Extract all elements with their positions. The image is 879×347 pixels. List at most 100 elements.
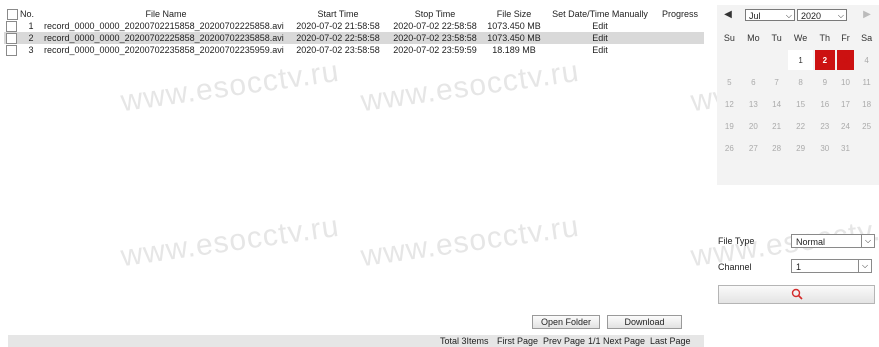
- file-type-select[interactable]: Normal ⌵: [791, 234, 875, 248]
- calendar-day[interactable]: 14: [767, 94, 786, 114]
- calendar-day[interactable]: 31: [837, 138, 854, 158]
- pagination-bar: Total 3Items First Page Prev Page 1/1 Ne…: [8, 335, 704, 347]
- row-number: 1: [28, 21, 34, 31]
- calendar-day[interactable]: 10: [837, 72, 854, 92]
- first-page-link[interactable]: First Page: [497, 335, 538, 347]
- row-checkbox[interactable]: [4, 32, 20, 44]
- weekday-label: We: [793, 33, 808, 43]
- weekday-label: Sa: [861, 33, 873, 43]
- column-header-no: No.: [20, 9, 35, 19]
- prev-month-icon[interactable]: ◀: [722, 9, 734, 21]
- calendar-day[interactable]: 17: [837, 94, 854, 114]
- calendar-day: [767, 50, 786, 70]
- row-progress: [656, 20, 704, 32]
- chevron-down-icon: ⌵: [837, 11, 844, 20]
- column-header-stop-time: Stop Time: [414, 9, 456, 19]
- weekday-label: Fr: [841, 33, 850, 43]
- row-stop-time: 2020-07-02 23:59:59: [393, 45, 477, 55]
- file-type-value: Normal: [796, 237, 826, 247]
- channel-value: 1: [796, 262, 802, 272]
- row-number: 2: [20, 32, 42, 44]
- calendar-day[interactable]: 23: [815, 116, 835, 136]
- row-edit-link[interactable]: Edit: [544, 20, 656, 32]
- row-stop-time: 2020-07-02 22:58:58: [393, 21, 477, 31]
- row-edit-link[interactable]: Edit: [544, 32, 656, 44]
- select-all-checkbox[interactable]: [4, 8, 20, 20]
- calendar-day[interactable]: 6: [742, 72, 765, 92]
- search-button[interactable]: [718, 285, 875, 304]
- file-type-label: File Type: [718, 236, 755, 246]
- calendar-day[interactable]: 7: [767, 72, 786, 92]
- weekday-label: Su: [723, 33, 735, 43]
- year-value: 2020: [801, 11, 822, 21]
- file-table: No. File Name Start Time Stop Time File …: [4, 8, 704, 56]
- calendar-day[interactable]: 20: [742, 116, 765, 136]
- calendar-day[interactable]: 1: [788, 50, 813, 70]
- calendar-day[interactable]: 29: [788, 138, 812, 158]
- calendar-day[interactable]: 12: [719, 94, 740, 114]
- calendar-day[interactable]: 13: [742, 94, 765, 114]
- row-progress: [656, 44, 704, 56]
- calendar-day[interactable]: 27: [742, 138, 765, 158]
- calendar-day[interactable]: 24: [837, 116, 854, 136]
- chevron-down-icon: ⌵: [785, 11, 792, 20]
- row-stop-time: 2020-07-02 23:58:58: [386, 32, 484, 44]
- calendar-day[interactable]: 16: [815, 94, 835, 114]
- calendar-day[interactable]: 3: [836, 50, 855, 70]
- calendar-day[interactable]: 8: [788, 72, 812, 92]
- calendar-day[interactable]: 18: [856, 94, 877, 114]
- row-start-time: 2020-07-02 23:58:58: [296, 45, 380, 55]
- calendar-day[interactable]: 4: [856, 50, 877, 70]
- calendar-day: [742, 50, 765, 70]
- column-header-set-date-time: Set Date/Time Manually: [552, 9, 648, 19]
- next-month-icon[interactable]: ▶: [861, 9, 873, 21]
- calendar-day[interactable]: 9: [815, 72, 835, 92]
- calendar-day[interactable]: 19: [719, 116, 740, 136]
- calendar-grid: Su Mo Tu We Th Fr Sa 1 2 3 4 5 6 7 8 9 10 11 12 13 14 15 16 17…: [717, 26, 879, 160]
- row-checkbox[interactable]: [4, 44, 20, 56]
- calendar-day[interactable]: 28: [767, 138, 786, 158]
- column-header-start-time: Start Time: [317, 9, 359, 19]
- month-select[interactable]: Jul ⌵: [745, 9, 795, 21]
- table-row[interactable]: 3 record_0000_0000_20200702235858_2020070…: [4, 44, 704, 56]
- calendar-day[interactable]: 26: [719, 138, 740, 158]
- calendar-day[interactable]: 2: [814, 50, 835, 70]
- row-checkbox[interactable]: [4, 20, 20, 32]
- row-edit-link[interactable]: Edit: [544, 44, 656, 56]
- column-header-progress: Progress: [661, 9, 698, 19]
- row-progress: [656, 32, 704, 44]
- calendar-day[interactable]: 25: [856, 116, 877, 136]
- row-start-time: 2020-07-02 21:58:58: [296, 21, 380, 31]
- chevron-down-icon: ⌵: [858, 260, 871, 272]
- row-file-size: 18.189 MB: [492, 45, 536, 55]
- download-button[interactable]: Download: [607, 315, 682, 329]
- calendar-day[interactable]: 30: [815, 138, 835, 158]
- year-select[interactable]: 2020 ⌵: [797, 9, 847, 21]
- weekday-label: Mo: [747, 33, 760, 43]
- row-file-size: 1073.450 MB: [484, 32, 544, 44]
- row-file-size: 1073.450 MB: [487, 21, 541, 31]
- row-number: 3: [28, 45, 34, 55]
- calendar-day[interactable]: 21: [767, 116, 786, 136]
- calendar-day: [856, 138, 877, 158]
- total-items: Total 3Items: [440, 336, 489, 346]
- table-row[interactable]: 2 record_0000_0000_20200702225858_2020070…: [4, 32, 704, 44]
- weekday-label: Th: [819, 33, 831, 43]
- last-page-link[interactable]: Last Page: [650, 335, 691, 347]
- column-header-file-size: File Size: [496, 9, 532, 19]
- column-header-file-name: File Name: [145, 9, 187, 19]
- calendar-day[interactable]: 5: [719, 72, 740, 92]
- weekday-label: Tu: [771, 33, 782, 43]
- calendar-day[interactable]: 22: [788, 116, 812, 136]
- page-info: 1/1: [588, 336, 601, 346]
- prev-page-link[interactable]: Prev Page: [543, 335, 585, 347]
- calendar-day[interactable]: 11: [856, 72, 877, 92]
- calendar-day[interactable]: 15: [788, 94, 812, 114]
- open-folder-button[interactable]: Open Folder: [532, 315, 600, 329]
- calendar-day: [719, 50, 740, 70]
- next-page-link[interactable]: Next Page: [603, 335, 645, 347]
- table-header-row: No. File Name Start Time Stop Time File …: [4, 8, 704, 20]
- channel-select[interactable]: 1 ⌵: [791, 259, 872, 273]
- table-row[interactable]: 1 record_0000_0000_20200702215858_2020070…: [4, 20, 704, 32]
- file-list-panel: No. File Name Start Time Stop Time File …: [0, 0, 711, 347]
